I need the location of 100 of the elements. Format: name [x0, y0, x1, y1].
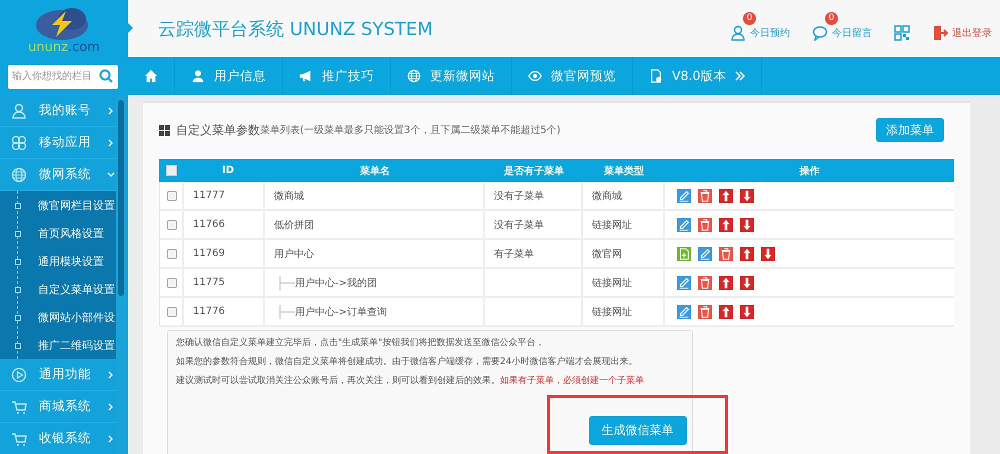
column-header: 操作 [665, 159, 954, 182]
edit-pencil-icon[interactable] [677, 188, 691, 202]
arrow-down-icon[interactable] [740, 218, 754, 232]
sidebar-item[interactable]: 我的账号 [0, 95, 116, 127]
table-cell: 低价拼团 [265, 211, 485, 240]
table-cell: 微商城 [265, 182, 485, 211]
nav-tab[interactable]: 推广技巧 [283, 57, 391, 95]
trash-icon[interactable] [698, 276, 712, 290]
nav-tab[interactable]: 微官网预览 [512, 57, 633, 95]
arrow-down-icon[interactable] [740, 304, 754, 318]
cart-icon [11, 398, 27, 414]
submenu-item[interactable]: 首页风格设置 [38, 226, 104, 240]
generate-menu-button[interactable]: 生成微信菜单 [588, 416, 686, 445]
play-circle-icon [11, 366, 27, 382]
arrow-up-icon[interactable] [719, 304, 733, 318]
double-chevron-icon [735, 71, 746, 81]
home-icon[interactable] [144, 69, 158, 83]
submenu-item[interactable]: 自定义菜单设置 [38, 282, 115, 296]
search-icon[interactable] [99, 69, 113, 83]
sidebar-item-label: 移动应用 [39, 134, 92, 151]
edit-pencil-icon[interactable] [698, 246, 712, 260]
table-cell: 11766 [184, 211, 265, 240]
tree-connector-icon [279, 304, 295, 318]
app-title: 云踪微平台系统 UNUNZ SYSTEM [158, 18, 434, 40]
edit-pencil-icon[interactable] [677, 276, 691, 290]
table-cell: 用户中心 [265, 240, 485, 269]
notice-text: 如果您的参数符合规则，微信自定义菜单将创建成功。由于微信客户端缓存，需要24小时微信客户端才会展现出来。 [176, 357, 638, 367]
person-icon [11, 102, 27, 118]
arrow-down-icon[interactable] [740, 276, 754, 290]
table-cell: 微官网 [583, 240, 665, 269]
trash-icon[interactable] [698, 188, 712, 202]
arrow-up-icon[interactable] [719, 276, 733, 290]
trash-icon[interactable] [698, 218, 712, 232]
arrow-up-icon[interactable] [719, 218, 733, 232]
arrow-up-icon[interactable] [740, 246, 754, 260]
table-cell: 11776 [184, 298, 265, 327]
submenu-item[interactable]: 微官网栏目设置 [38, 198, 115, 212]
logo-text: ununz.com [28, 41, 100, 55]
count-badge: 0 [825, 12, 838, 24]
trash-icon[interactable] [698, 304, 712, 318]
panel-title: 自定义菜单参数 [176, 122, 260, 138]
select-all-checkbox[interactable] [166, 165, 177, 176]
exit-door-icon [932, 24, 948, 40]
table-cell: 有子菜单 [485, 240, 583, 269]
add-menu-button[interactable]: 添加菜单 [876, 118, 944, 142]
arrow-down-icon[interactable] [740, 188, 754, 202]
table-cell: 链接网址 [583, 211, 665, 240]
user-icon [191, 69, 205, 83]
search-field[interactable]: 输入你想找的栏目 [8, 64, 118, 88]
nav-tab[interactable]: V8.0版本 [633, 57, 762, 95]
chat-bubble-icon [812, 24, 828, 40]
submenu-item[interactable]: 推广二维码设置 [38, 338, 115, 352]
nav-tab[interactable]: 更新微网站 [391, 57, 512, 95]
table-cell: 微商城 [583, 182, 665, 211]
row-checkbox[interactable] [167, 306, 177, 316]
eye-icon [528, 69, 542, 83]
column-header: ID [184, 159, 265, 182]
column-header: 菜单名 [265, 159, 485, 182]
cart-icon [11, 430, 27, 446]
sidebar-item-label: 我的账号 [39, 102, 92, 119]
person-icon [730, 24, 746, 40]
count-badge: 0 [743, 12, 756, 24]
globe-icon [407, 69, 421, 83]
sidebar-item[interactable]: 微网系统 [0, 159, 116, 191]
sidebar-item-label: 商城系统 [39, 398, 92, 415]
sidebar-item-label: 通用功能 [39, 366, 92, 383]
sidebar-item[interactable]: 移动应用 [0, 127, 116, 159]
row-checkbox[interactable] [167, 220, 177, 230]
nav-tab[interactable]: 用户信息 [175, 57, 283, 95]
trash-icon[interactable] [719, 246, 733, 260]
row-checkbox[interactable] [167, 190, 177, 200]
table-cell: 没有子菜单 [485, 211, 583, 240]
document-icon [649, 69, 663, 83]
row-checkbox[interactable] [167, 278, 177, 288]
menu-name: 用户中心->订单查询 [295, 306, 387, 318]
submenu-item[interactable]: 通用模块设置 [38, 254, 104, 268]
megaphone-icon [299, 69, 313, 83]
column-header: 是否有子菜单 [485, 159, 583, 182]
arrow-down-icon[interactable] [761, 246, 775, 260]
sidebar-item[interactable]: 通用功能 [0, 359, 116, 391]
scrollbar-thumb[interactable] [118, 100, 124, 296]
arrow-up-icon[interactable] [719, 188, 733, 202]
header-link[interactable]: 今日留言 [812, 24, 872, 40]
edit-pencil-icon[interactable] [677, 218, 691, 232]
edit-pencil-icon[interactable] [677, 304, 691, 318]
four-petal-icon [11, 134, 27, 150]
sidebar-item[interactable]: 商城系统 [0, 391, 116, 423]
header-link[interactable]: 退出登录 [932, 24, 992, 40]
header-link[interactable]: 今日预约 [730, 24, 790, 40]
grid-icon [159, 124, 170, 136]
row-checkbox[interactable] [167, 248, 177, 258]
warning-text: 如果有子菜单，必须创建一个子菜单 [500, 376, 644, 386]
table-cell: 链接网址 [583, 269, 665, 298]
add-page-icon[interactable] [677, 246, 691, 260]
tree-connector-icon [279, 276, 295, 290]
submenu-item[interactable]: 微网站小部件设 [38, 310, 115, 324]
qr-code-icon[interactable] [894, 24, 910, 40]
sidebar-item[interactable]: 收银系统 [0, 423, 116, 454]
table-cell: 链接网址 [583, 298, 665, 327]
sidebar-item-label: 微网系统 [39, 166, 92, 183]
